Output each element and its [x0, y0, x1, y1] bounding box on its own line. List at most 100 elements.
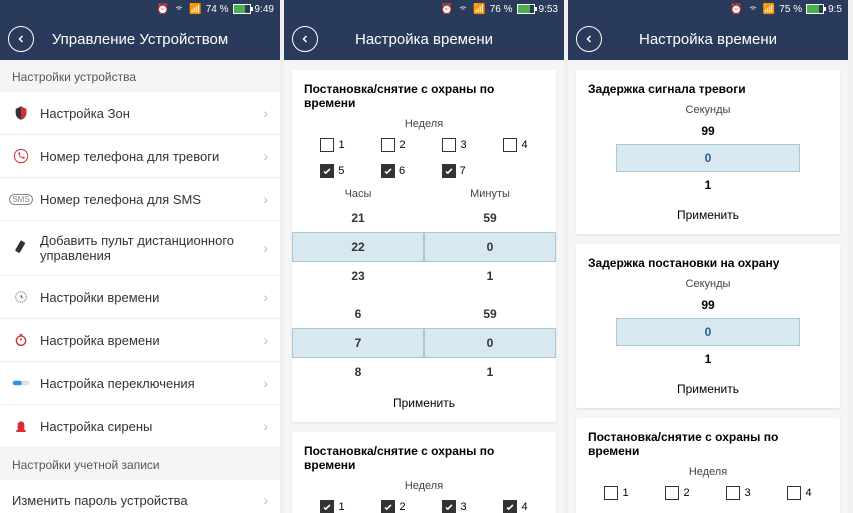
phone-icon [12, 147, 30, 165]
time-picker-row[interactable]: 81 [292, 358, 556, 386]
signal-icon: 📶 [473, 4, 485, 15]
checkbox-checked-icon [320, 164, 334, 178]
time-picker-selected[interactable]: 220 [292, 232, 556, 262]
content: Постановка/снятие с охраны по времени Не… [284, 60, 564, 513]
shield-icon [12, 104, 30, 122]
delay-value[interactable]: 1 [576, 172, 840, 198]
phone-screen-3: ⏰ 📶 75 % 9:5 Настройка времени Задержка … [568, 0, 848, 513]
checkbox-checked-icon [442, 500, 456, 513]
apply-button[interactable]: Применить [292, 386, 556, 412]
row-change-password[interactable]: Изменить пароль устройства › [0, 480, 280, 513]
row-siren-config[interactable]: Настройка сирены › [0, 405, 280, 448]
status-bar: ⏰ 📶 76 % 9:53 [284, 0, 564, 18]
page-title: Настройка времени [602, 31, 814, 48]
page-title: Управление Устройством [34, 31, 246, 48]
row-sms-phone[interactable]: SMS Номер телефона для SMS › [0, 178, 280, 221]
chevron-right-icon: › [263, 375, 268, 391]
back-button[interactable] [8, 26, 34, 52]
row-switch-config[interactable]: Настройка переключения › [0, 362, 280, 405]
day-7[interactable]: 7 [442, 164, 466, 178]
row-alarm-phone[interactable]: Номер телефона для тревоги › [0, 135, 280, 178]
week-label: Неделя [576, 464, 840, 480]
signal-icon: 📶 [763, 4, 775, 15]
time-picker-selected[interactable]: 70 [292, 328, 556, 358]
days-row-2: 5 6 7 X [292, 158, 556, 184]
row-zones[interactable]: Настройка Зон › [0, 92, 280, 135]
arm-disarm-card: Постановка/снятие с охраны по времени Не… [576, 418, 840, 513]
apply-button[interactable]: Применить [576, 198, 840, 224]
day-1[interactable]: 1 [320, 138, 344, 152]
back-button[interactable] [292, 26, 318, 52]
day-2[interactable]: 2 [665, 486, 689, 500]
chevron-right-icon: › [263, 240, 268, 256]
checkbox-checked-icon [381, 164, 395, 178]
page-title: Настройка времени [318, 31, 530, 48]
app-bar: Управление Устройством [0, 18, 280, 60]
row-label: Настройка переключения [40, 376, 263, 391]
row-label: Изменить пароль устройства [12, 493, 263, 508]
checkbox-icon [787, 486, 801, 500]
time-picker-row[interactable]: 231 [292, 262, 556, 290]
content: Настройки устройства Настройка Зон › Ном… [0, 60, 280, 513]
day-3[interactable]: 3 [442, 138, 466, 152]
alarm-icon: ⏰ [730, 4, 742, 15]
day-1[interactable]: 1 [604, 486, 628, 500]
day-3[interactable]: 3 [442, 500, 466, 513]
day-2[interactable]: 2 [381, 138, 405, 152]
wifi-icon [173, 3, 185, 16]
chevron-right-icon: › [263, 332, 268, 348]
week-label: Неделя [292, 116, 556, 132]
checkbox-icon [381, 138, 395, 152]
clock-icon [12, 288, 30, 306]
row-add-remote[interactable]: Добавить пульт дистанционного управления… [0, 221, 280, 276]
signal-icon: 📶 [189, 4, 201, 15]
battery-pct: 75 % [779, 4, 802, 15]
day-4[interactable]: 4 [503, 500, 527, 513]
delay-selected[interactable]: 0 [616, 318, 800, 346]
back-button[interactable] [576, 26, 602, 52]
checkbox-icon [726, 486, 740, 500]
row-label: Настройка Зон [40, 106, 263, 121]
status-bar: ⏰ 📶 74 % 9:49 [0, 0, 280, 18]
day-4[interactable]: 4 [787, 486, 811, 500]
time-header: Часы Минуты [292, 184, 556, 204]
day-6[interactable]: 6 [381, 164, 405, 178]
checkbox-icon [665, 486, 679, 500]
day-5[interactable]: 5 [320, 164, 344, 178]
card-title: Задержка сигнала тревоги [576, 80, 840, 102]
row-label: Настройка сирены [40, 419, 263, 434]
day-2[interactable]: 2 [381, 500, 405, 513]
day-1[interactable]: 1 [320, 500, 344, 513]
delay-selected[interactable]: 0 [616, 144, 800, 172]
status-bar: ⏰ 📶 75 % 9:5 [568, 0, 848, 18]
row-time-settings[interactable]: Настройки времени › [0, 276, 280, 319]
card-title: Постановка/снятие с охраны по времени [292, 442, 556, 478]
seconds-label: Секунды [576, 102, 840, 118]
row-label: Настройки времени [40, 290, 263, 305]
card-title: Постановка/снятие с охраны по времени [292, 80, 556, 116]
sms-icon: SMS [12, 190, 30, 208]
chevron-right-icon: › [263, 492, 268, 508]
delay-value[interactable]: 99 [576, 118, 840, 144]
card-title: Постановка/снятие с охраны по времени [576, 428, 840, 464]
checkbox-checked-icon [442, 164, 456, 178]
chevron-right-icon: › [263, 148, 268, 164]
time-picker-row[interactable]: 2159 [292, 204, 556, 232]
checkbox-checked-icon [503, 500, 517, 513]
delay-value[interactable]: 99 [576, 292, 840, 318]
alarm-delay-card: Задержка сигнала тревоги Секунды 99 0 1 … [576, 70, 840, 234]
delay-value[interactable]: 1 [576, 346, 840, 372]
remote-icon [12, 239, 30, 257]
time-picker-row[interactable]: 659 [292, 300, 556, 328]
days-row-1: 1 2 3 4 [292, 132, 556, 158]
alarm-icon: ⏰ [441, 4, 453, 15]
card-title: Задержка постановки на охрану [576, 254, 840, 276]
alarm-icon: ⏰ [157, 4, 169, 15]
switch-icon [12, 374, 30, 392]
arm-disarm-card-1: Постановка/снятие с охраны по времени Не… [292, 70, 556, 422]
row-time-config[interactable]: Настройка времени › [0, 319, 280, 362]
apply-button[interactable]: Применить [576, 372, 840, 398]
battery-icon [517, 4, 535, 14]
day-3[interactable]: 3 [726, 486, 750, 500]
day-4[interactable]: 4 [503, 138, 527, 152]
